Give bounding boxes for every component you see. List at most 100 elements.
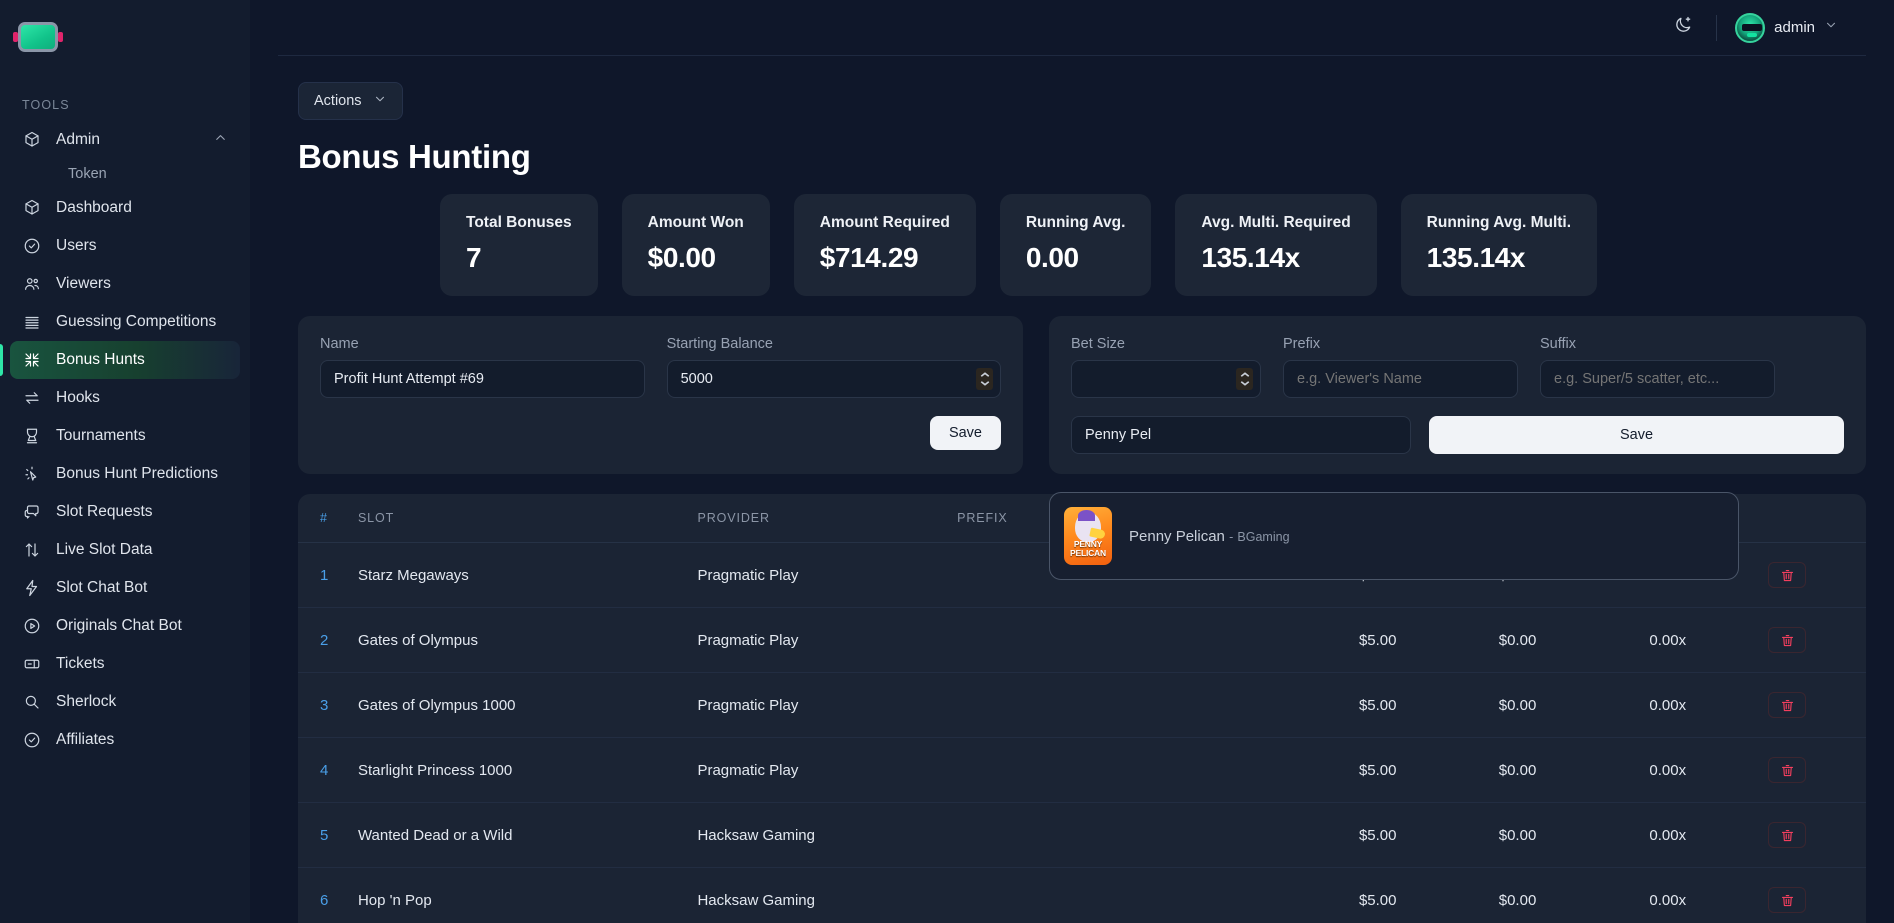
save-hunt-details-button[interactable]: Save: [929, 416, 1001, 450]
save-bonus-button[interactable]: Save: [1429, 416, 1844, 454]
starting-balance-field-group: Starting Balance: [666, 336, 1001, 398]
cell-slot: Gates of Olympus: [357, 607, 698, 673]
delete-row-button[interactable]: [1768, 692, 1806, 718]
stat-value: 7: [466, 242, 482, 273]
sidebar-item-dashboard[interactable]: Dashboard: [10, 189, 240, 227]
sidebar-item-affiliates[interactable]: Affiliates: [10, 721, 240, 759]
theme-toggle-button[interactable]: [1668, 13, 1698, 43]
sidebar-section-label: TOOLS: [22, 98, 70, 112]
chevron-down-icon: [1240, 381, 1249, 386]
col-header-provider: PROVIDER: [697, 494, 958, 543]
sidebar-item-bonus-hunts[interactable]: Bonus Hunts: [0, 341, 240, 379]
stat-card-amount-required: Amount Required $714.29: [793, 194, 976, 296]
delete-row-button[interactable]: [1768, 627, 1806, 653]
sidebar-subitem-token[interactable]: Token: [10, 159, 240, 189]
sidebar-item-label: Admin: [56, 131, 100, 148]
sidebar-item-slot-chat-bot[interactable]: Slot Chat Bot: [10, 569, 240, 607]
cell-bet: $5.00: [1067, 867, 1397, 923]
table-row[interactable]: 6 Hop 'n Pop Hacksaw Gaming $5.00 $0.00 …: [298, 867, 1866, 923]
delete-row-button[interactable]: [1768, 822, 1806, 848]
sidebar-item-originals-chat-bot[interactable]: Originals Chat Bot: [10, 607, 240, 645]
arrows-updown-icon: [22, 540, 42, 560]
trash-icon: [1781, 699, 1793, 711]
trophy-icon: [22, 426, 42, 446]
stat-card-avg-multi-required: Avg. Multi. Required 135.14x: [1175, 194, 1377, 296]
cell-multi: 0.00x: [1536, 867, 1687, 923]
sidebar-item-label: Slot Requests: [56, 503, 153, 520]
cell-bet: $5.00: [1067, 737, 1397, 803]
table-row[interactable]: 5 Wanted Dead or a Wild Hacksaw Gaming $…: [298, 802, 1866, 868]
delete-row-button[interactable]: [1768, 562, 1806, 588]
suffix-input[interactable]: [1540, 360, 1775, 398]
cell-index: 3: [298, 672, 358, 738]
col-header-slot: SLOT: [357, 494, 698, 543]
cube-icon: [22, 130, 42, 150]
name-input[interactable]: [320, 360, 645, 398]
moon-plus-icon: [1673, 15, 1693, 40]
cell-bet: $5.00: [1067, 672, 1397, 738]
starting-balance-label: Starting Balance: [666, 336, 773, 352]
pelican-cap-icon: [1078, 510, 1095, 521]
hunt-details-panel: Name Starting Balance: [298, 316, 1023, 474]
starting-balance-input[interactable]: [666, 360, 1001, 398]
slot-thumbnail-text: PENNY PELICAN: [1064, 540, 1112, 565]
slot-search-dropdown: PENNY PELICAN Penny Pelican - BGaming: [1049, 492, 1739, 580]
cell-slot: Hop 'n Pop: [357, 867, 698, 923]
add-bonus-panel: Bet Size Prefix e.g. Viewer's Name Suffi…: [1049, 316, 1866, 580]
slot-search-result-item[interactable]: PENNY PELICAN Penny Pelican - BGaming: [1060, 503, 1728, 569]
bet-size-input[interactable]: [1071, 360, 1261, 398]
cell-provider: Hacksaw Gaming: [697, 802, 958, 868]
prefix-input[interactable]: [1283, 360, 1518, 398]
cell-bet: $5.00: [1067, 607, 1397, 673]
slot-result-provider: BGaming: [1237, 529, 1290, 544]
topbar: admin: [278, 0, 1866, 56]
sidebar-item-viewers[interactable]: Viewers: [10, 265, 240, 303]
cell-prefix: [957, 607, 1067, 673]
number-stepper[interactable]: [976, 368, 993, 390]
stat-value: 135.14x: [1201, 242, 1300, 273]
sidebar: TOOLS Admin Token Dashboard Users Viewer…: [0, 0, 250, 923]
cell-multi: 0.00x: [1536, 672, 1687, 738]
sidebar-item-tickets[interactable]: Tickets: [10, 645, 240, 683]
bet-size-input-wrap: [1071, 360, 1261, 398]
cell-won: $0.00: [1396, 802, 1537, 868]
slot-search-input[interactable]: [1071, 416, 1411, 454]
user-menu[interactable]: admin: [1735, 12, 1838, 43]
table-row[interactable]: 2 Gates of Olympus Pragmatic Play $5.00 …: [298, 607, 1866, 673]
sidebar-item-label: Tournaments: [56, 427, 146, 444]
stat-card-amount-won: Amount Won $0.00: [621, 194, 770, 296]
slot-result-separator: -: [1229, 529, 1234, 544]
stat-label: Amount Required: [819, 214, 950, 231]
number-stepper[interactable]: [1236, 368, 1253, 390]
sidebar-item-users[interactable]: Users: [10, 227, 240, 265]
actions-button[interactable]: Actions: [298, 82, 403, 120]
cell-slot: Gates of Olympus 1000: [357, 672, 698, 738]
cell-index: 6: [298, 867, 358, 923]
sidebar-item-bonus-hunt-predictions[interactable]: Bonus Hunt Predictions: [10, 455, 240, 493]
table-row[interactable]: 4 Starlight Princess 1000 Pragmatic Play…: [298, 737, 1866, 803]
delete-row-button[interactable]: [1768, 757, 1806, 783]
sidebar-item-hooks[interactable]: Hooks: [10, 379, 240, 417]
main-area: admin Actions Bonus Hunting Total Bonuse…: [250, 0, 1894, 923]
cell-index: 4: [298, 737, 358, 803]
table-row[interactable]: 3 Gates of Olympus 1000 Pragmatic Play $…: [298, 672, 1866, 738]
cell-index: 2: [298, 607, 358, 673]
chevron-up-icon[interactable]: [213, 130, 228, 150]
delete-row-button[interactable]: [1768, 887, 1806, 913]
list-lines-icon: [22, 312, 42, 332]
trash-icon: [1781, 634, 1793, 646]
sidebar-item-tournaments[interactable]: Tournaments: [10, 417, 240, 455]
sidebar-item-label: Viewers: [56, 275, 111, 292]
sidebar-item-admin[interactable]: Admin: [10, 121, 240, 159]
sidebar-item-label: Guessing Competitions: [56, 313, 217, 330]
sidebar-item-live-slot-data[interactable]: Live Slot Data: [10, 531, 240, 569]
sidebar-item-sherlock[interactable]: Sherlock: [10, 683, 240, 721]
prefix-field-group: Prefix: [1283, 336, 1518, 398]
brand-logo[interactable]: [0, 10, 250, 68]
stat-label: Running Avg. Multi.: [1426, 214, 1572, 231]
cell-slot: Starlight Princess 1000: [357, 737, 698, 803]
sidebar-item-guessing-competitions[interactable]: Guessing Competitions: [10, 303, 240, 341]
cell-provider: Pragmatic Play: [697, 672, 958, 738]
stat-label: Avg. Multi. Required: [1201, 214, 1351, 231]
sidebar-item-slot-requests[interactable]: Slot Requests: [10, 493, 240, 531]
